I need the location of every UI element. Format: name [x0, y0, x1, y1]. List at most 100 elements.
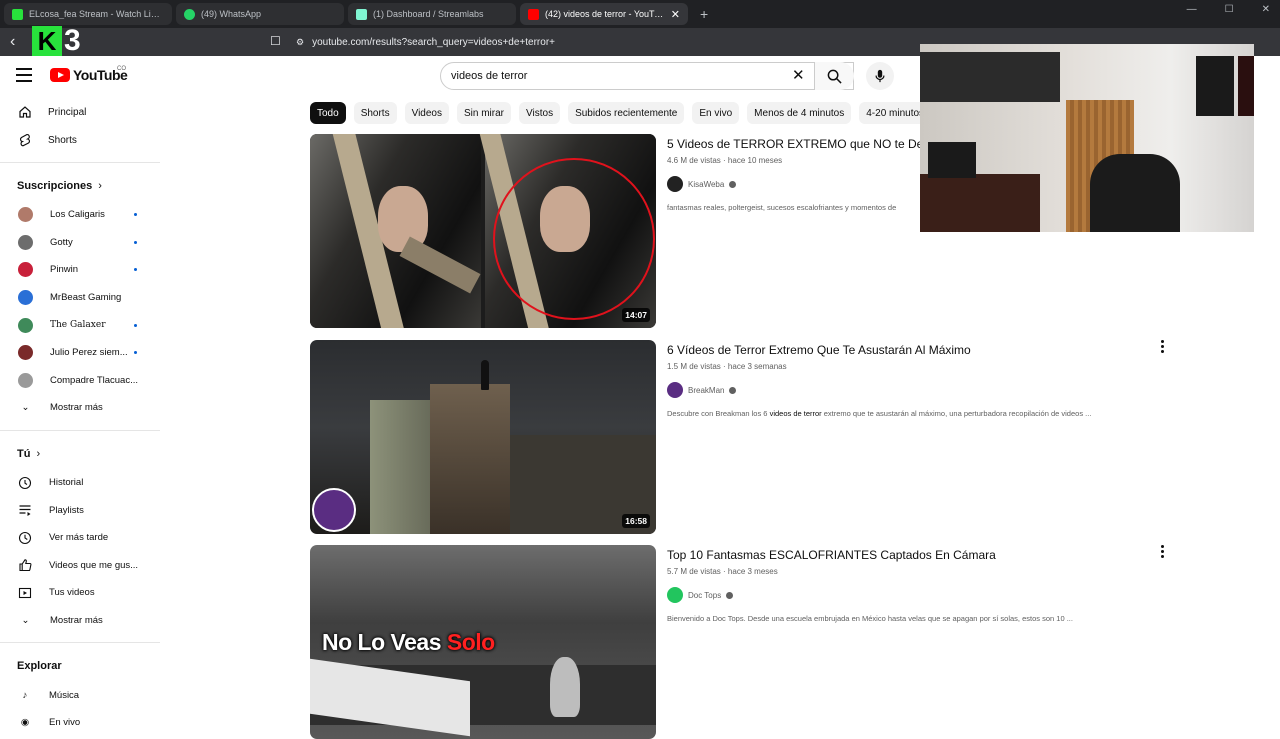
chip-shorts[interactable]: Shorts: [353, 102, 397, 124]
you-title: Tú: [17, 447, 31, 460]
sidebar-item-tus-videos[interactable]: Tus videos: [0, 579, 160, 607]
sidebar-item-principal[interactable]: Principal: [0, 98, 160, 126]
channel-avatar: [18, 345, 33, 361]
menu-icon[interactable]: [16, 68, 32, 82]
webcam-poster: [1238, 56, 1254, 116]
shorts-icon: [18, 133, 32, 147]
browser-tab-label: (1) Dashboard / Streamlabs: [373, 9, 484, 19]
explore-header: Explorar: [0, 651, 160, 681]
youtube-logo[interactable]: YouTube CO: [50, 66, 128, 83]
subscription-item[interactable]: The Galaxer: [0, 311, 160, 339]
subscription-label: Compadre Tlacuac...: [50, 374, 139, 386]
back-arrow-icon[interactable]: ‹: [10, 33, 30, 51]
url-text: youtube.com/results?search_query=videos+…: [312, 36, 555, 48]
close-tab-icon[interactable]: ✕: [671, 8, 680, 21]
browser-tab-whatsapp[interactable]: (49) WhatsApp: [176, 3, 344, 25]
sidebar-item-playlists[interactable]: Playlists: [0, 496, 160, 524]
webcam-chair: [1090, 154, 1180, 232]
upload-age: hace 10 meses: [727, 156, 783, 165]
subscription-item[interactable]: Pinwin: [0, 256, 160, 284]
new-content-dot: [134, 323, 137, 327]
more-options-icon[interactable]: [1160, 545, 1164, 558]
video-thumbnail[interactable]: 16:58: [310, 340, 656, 534]
video-title[interactable]: 6 Vídeos de Terror Extremo Que Te Asusta…: [667, 342, 1167, 358]
browser-tab-strip: ELcosa_fea Stream - Watch Live on K (49)…: [0, 0, 1280, 28]
more-options-icon[interactable]: [1160, 340, 1164, 353]
explore-title: Explorar: [17, 660, 62, 673]
video-title[interactable]: Top 10 Fantasmas ESCALOFRIANTES Captados…: [667, 547, 1167, 563]
browser-tab-streamlabs[interactable]: (1) Dashboard / Streamlabs: [348, 3, 516, 25]
view-count: 4.6 M de vistas: [667, 156, 721, 165]
sidebar-item-shorts[interactable]: Shorts: [0, 126, 160, 154]
sidebar-item-historial[interactable]: Historial: [0, 469, 160, 497]
video-description: Bienvenido a Doc Tops. Desde una escuela…: [667, 614, 1167, 623]
chip-en-vivo[interactable]: En vivo: [692, 102, 740, 124]
view-count: 5.7 M de vistas: [667, 567, 721, 576]
show-more-you[interactable]: ⌄ Mostrar más: [0, 607, 160, 635]
chip-subidos-recientemente[interactable]: Subidos recientemente: [568, 102, 685, 124]
channel-avatar: [18, 262, 33, 278]
chevron-down-icon: ⌄: [21, 402, 30, 414]
channel-avatar: [18, 317, 33, 333]
verified-badge-icon: [726, 591, 734, 599]
chip-vistos[interactable]: Vistos: [519, 102, 561, 124]
webcam-poster: [1196, 56, 1234, 116]
subscriptions-header[interactable]: Suscripciones ›: [0, 171, 160, 201]
channel-link[interactable]: BreakMan: [667, 382, 1167, 398]
thumbnail-left-panel: [310, 134, 481, 328]
channel-link[interactable]: Doc Tops: [667, 587, 1167, 603]
browser-tab-youtube[interactable]: (42) videos de terror - YouTube ✕: [520, 3, 688, 25]
channel-name: Doc Tops: [688, 590, 722, 600]
subscription-item[interactable]: Julio Perez siem...: [0, 339, 160, 367]
live-icon: ◉: [20, 717, 30, 729]
sidebar-item-label: Historial: [49, 477, 84, 489]
browser-tab-kick[interactable]: ELcosa_fea Stream - Watch Live on K: [4, 3, 172, 25]
video-thumbnail[interactable]: 14:07: [310, 134, 656, 328]
search-query-text: videos de terror: [451, 70, 528, 82]
chip-todo[interactable]: Todo: [310, 102, 346, 124]
youtube-favicon-icon: [528, 8, 539, 20]
video-thumbnail[interactable]: No Lo Veas Solo: [310, 545, 656, 739]
new-tab-button[interactable]: +: [700, 6, 708, 22]
clear-search-icon[interactable]: ✕: [792, 66, 805, 84]
chip-sin-mirar[interactable]: Sin mirar: [457, 102, 512, 124]
history-icon: [18, 476, 32, 490]
channel-avatar: [18, 290, 33, 306]
search-button[interactable]: [814, 62, 854, 90]
upload-age: hace 3 meses: [727, 567, 778, 576]
url-field[interactable]: ⚙ youtube.com/results?search_query=video…: [296, 32, 555, 52]
subscription-item[interactable]: Compadre Tlacuac...: [0, 367, 160, 395]
chip-menos-de-4-minutos[interactable]: Menos de 4 minutos: [747, 102, 852, 124]
you-header[interactable]: Tú ›: [0, 439, 160, 469]
video-description: Descubre con Breakman los 6 videos de te…: [667, 409, 1167, 418]
bookmark-icon[interactable]: ☐: [270, 34, 281, 48]
sidebar-item-label: Playlists: [49, 504, 84, 516]
close-window-icon[interactable]: ✕: [1262, 4, 1270, 15]
description-text: Bienvenido a Doc Tops. Desde una escuela…: [667, 614, 1073, 623]
channel-avatar: [667, 176, 683, 192]
site-info-icon[interactable]: ⚙: [296, 37, 304, 48]
chip-videos[interactable]: Videos: [404, 102, 449, 124]
sidebar-item-ver-mas-tarde[interactable]: Ver más tarde: [0, 524, 160, 552]
show-more-subscriptions[interactable]: ⌄ Mostrar más: [0, 394, 160, 422]
subscription-label: Pinwin: [50, 264, 78, 276]
webcam-shelf: [920, 52, 1060, 102]
thumbnail-caption-red: Solo: [446, 629, 495, 655]
subscription-item[interactable]: MrBeast Gaming: [0, 284, 160, 312]
sidebar-item-label: Videos que me gus...: [49, 559, 139, 571]
sidebar-item-liked-videos[interactable]: Videos que me gus...: [0, 552, 160, 580]
wooden-plank: [399, 236, 481, 294]
subscription-label: Julio Perez siem...: [50, 347, 128, 359]
minimize-icon[interactable]: —: [1187, 4, 1197, 15]
kick-favicon-icon: [12, 8, 23, 20]
maximize-icon[interactable]: ☐: [1225, 4, 1234, 15]
voice-search-button[interactable]: [866, 62, 894, 90]
sidebar-item-musica[interactable]: ♪ Música: [0, 681, 160, 709]
sidebar-item-en-vivo[interactable]: ◉ En vivo: [0, 709, 160, 737]
video-info: Top 10 Fantasmas ESCALOFRIANTES Captados…: [667, 547, 1167, 623]
channel-avatar: [18, 372, 33, 388]
view-count: 1.5 M de vistas: [667, 362, 721, 371]
subscription-item[interactable]: Gotty: [0, 229, 160, 257]
webcam-desk: [920, 174, 1040, 232]
subscription-item[interactable]: Los Caligaris: [0, 201, 160, 229]
